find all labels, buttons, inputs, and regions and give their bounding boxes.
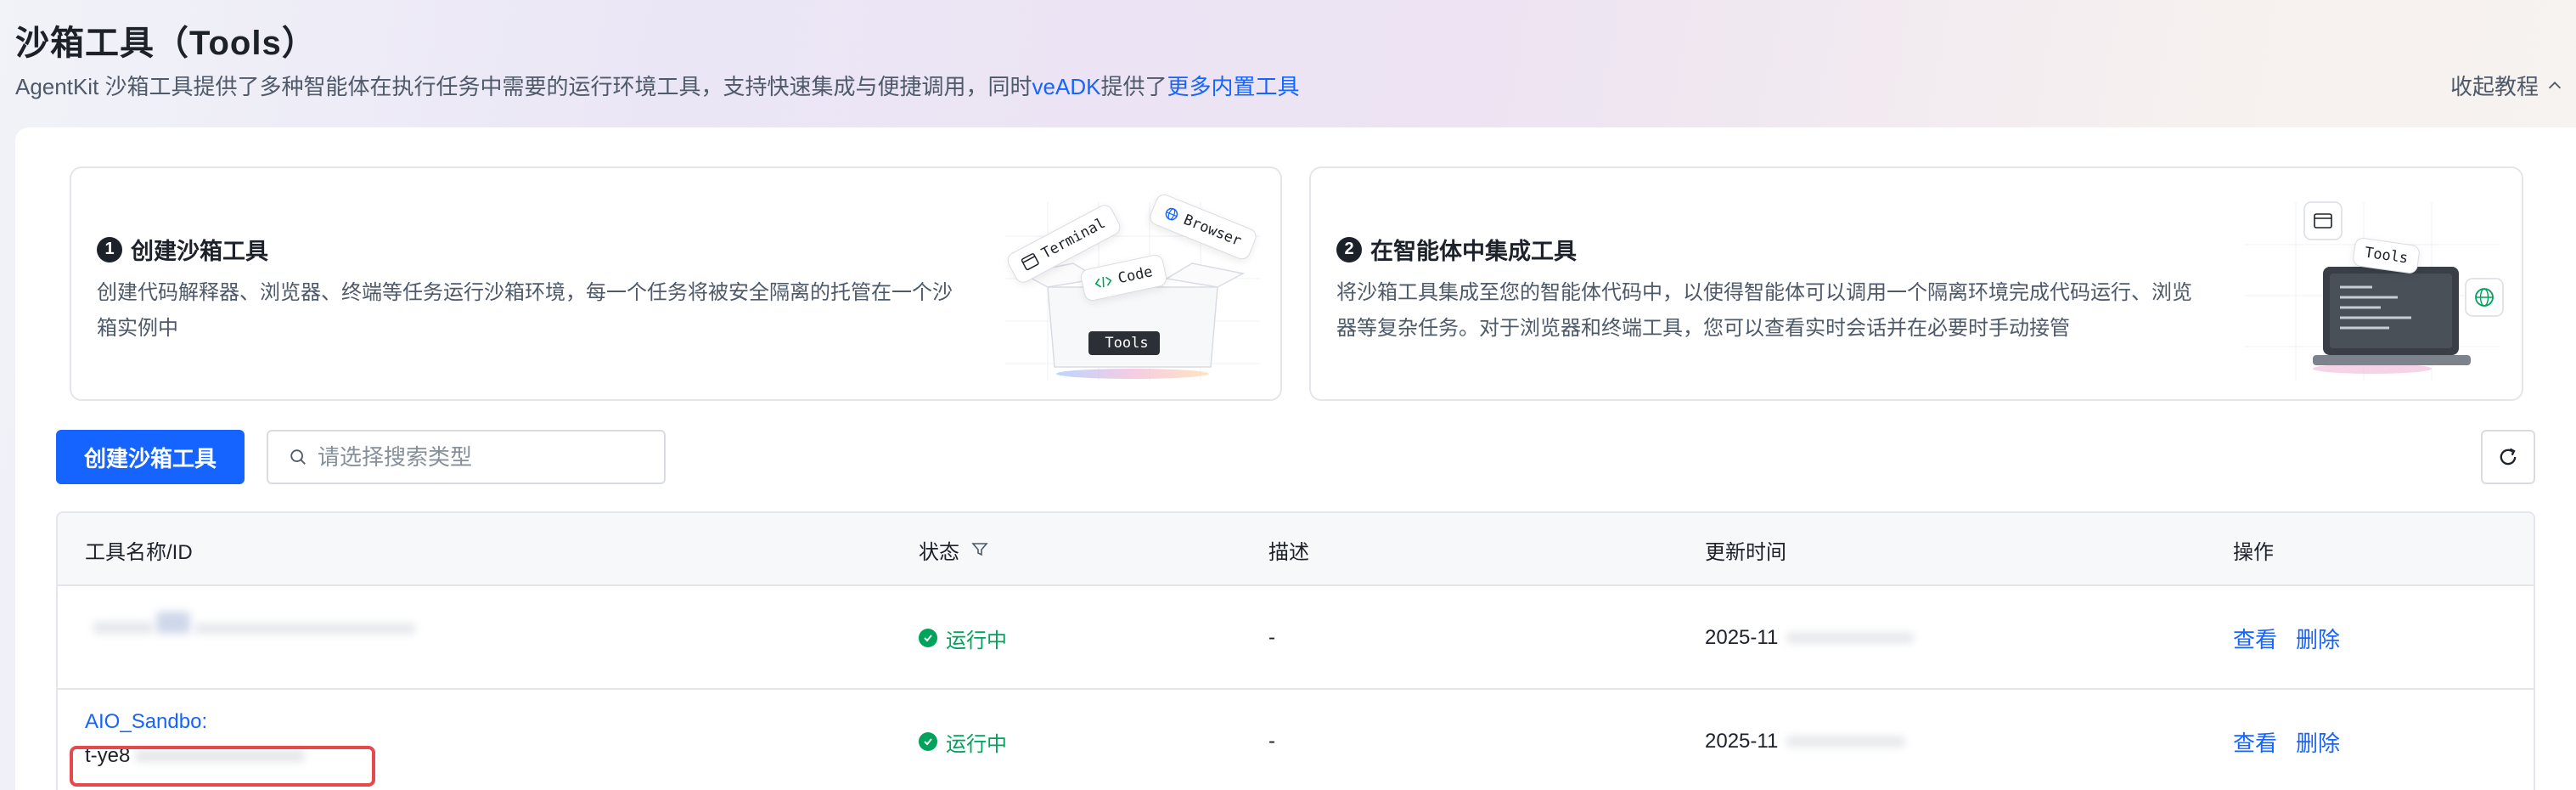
search-box[interactable] bbox=[267, 430, 666, 484]
tools-box-illustration: Tools Terminal Browser Code bbox=[988, 185, 1268, 389]
code-label: Code bbox=[1116, 263, 1155, 288]
guide-desc-integrate: 将沙箱工具集成至您的智能体代码中，以使得智能体可以调用一个隔离环境完成代码运行、… bbox=[1336, 281, 2192, 340]
filter-icon[interactable] bbox=[971, 541, 988, 558]
check-circle-icon bbox=[919, 732, 937, 751]
guide-title-create: 1 创建沙箱工具 bbox=[97, 233, 268, 266]
time-text: 2025-11 bbox=[1705, 626, 1779, 649]
table-row: AIO_Sandbo: t-ye8 运行中 - 2025-11 查看 删除 bbox=[58, 690, 2534, 790]
redacted-time bbox=[1786, 633, 1915, 643]
column-header-name: 工具名称/ID bbox=[85, 540, 193, 564]
view-link[interactable]: 查看 bbox=[2233, 623, 2277, 654]
step-number: 1 bbox=[97, 236, 122, 262]
tool-name-cell bbox=[85, 603, 415, 638]
page-subtitle: AgentKit 沙箱工具提供了多种智能体在执行任务中需要的运行环境工具，支持快… bbox=[15, 70, 1299, 101]
subtitle-text: AgentKit 沙箱工具提供了多种智能体在执行任务中需要的运行环境工具，支持快… bbox=[15, 74, 1032, 99]
status-badge: 运行中 bbox=[919, 727, 1007, 757]
box-label: Tools bbox=[1105, 335, 1149, 352]
ops-cell: 查看 删除 bbox=[2233, 690, 2359, 790]
status-cell: 运行中 bbox=[919, 690, 1007, 790]
code-icon bbox=[1094, 276, 1112, 288]
tool-name-link[interactable]: AIO_Sandbo: bbox=[85, 710, 305, 734]
veadk-link[interactable]: veADK bbox=[1032, 74, 1101, 99]
refresh-icon bbox=[2500, 448, 2517, 466]
terminal-icon bbox=[1021, 253, 1039, 271]
delete-link[interactable]: 删除 bbox=[2296, 726, 2340, 758]
redacted-name bbox=[93, 622, 153, 634]
guide-title-integrate: 2 在智能体中集成工具 bbox=[1336, 233, 1577, 266]
subtitle-mid-text: 提供了 bbox=[1100, 74, 1167, 99]
table-row: 运行中 - 2025-11 查看 删除 bbox=[58, 586, 2534, 690]
guide-card-create: 1 创建沙箱工具 创建代码解释器、浏览器、终端等任务运行沙箱环境，每一个任务将被… bbox=[70, 166, 1282, 401]
desc-cell: - bbox=[1268, 730, 1275, 753]
guide-card-integrate: 2 在智能体中集成工具 将沙箱工具集成至您的智能体代码中，以使得智能体可以调用一… bbox=[1309, 166, 2523, 401]
create-sandbox-tool-button[interactable]: 创建沙箱工具 bbox=[56, 430, 245, 484]
ops-cell: 查看 删除 bbox=[2233, 586, 2359, 690]
desc-cell: - bbox=[1268, 626, 1275, 649]
more-tools-link[interactable]: 更多内置工具 bbox=[1167, 74, 1299, 99]
chevron-up-icon bbox=[2548, 81, 2562, 88]
guide-title-text: 创建沙箱工具 bbox=[131, 239, 268, 264]
column-header-status: 状态 bbox=[919, 513, 988, 586]
laptop-illustration: Tools bbox=[2228, 185, 2508, 389]
delete-link[interactable]: 删除 bbox=[2296, 623, 2340, 654]
view-link[interactable]: 查看 bbox=[2233, 726, 2277, 758]
tools-table: 工具名称/ID 状态 描述 更新时间 操作 运行中 - 2025-11 查看 删… bbox=[56, 511, 2535, 790]
globe-icon bbox=[1165, 207, 1178, 221]
column-header-status-label: 状态 bbox=[919, 540, 959, 564]
content-panel: 1 创建沙箱工具 创建代码解释器、浏览器、终端等任务运行沙箱环境，每一个任务将被… bbox=[15, 127, 2576, 790]
time-text: 2025-11 bbox=[1705, 730, 1779, 753]
guide-title-text: 在智能体中集成工具 bbox=[1370, 239, 1577, 264]
time-cell: 2025-11 bbox=[1705, 690, 1906, 790]
search-input[interactable] bbox=[318, 443, 657, 471]
status-badge: 运行中 bbox=[919, 624, 1007, 653]
guide-desc-create: 创建代码解释器、浏览器、终端等任务运行沙箱环境，每一个任务将被安全隔离的托管在一… bbox=[97, 281, 953, 340]
id-highlight-box bbox=[70, 746, 375, 787]
refresh-button[interactable] bbox=[2481, 430, 2535, 484]
redacted-id bbox=[194, 624, 415, 634]
column-header-ops: 操作 bbox=[2233, 540, 2274, 564]
search-icon bbox=[290, 449, 306, 465]
status-text: 运行中 bbox=[946, 732, 1007, 756]
collapse-tutorial-label: 收起教程 bbox=[2449, 74, 2539, 99]
laptop-icon bbox=[2245, 201, 2504, 381]
step-number: 2 bbox=[1336, 236, 1362, 262]
check-circle-icon bbox=[919, 629, 937, 647]
status-cell: 运行中 bbox=[919, 586, 1007, 690]
redacted-time bbox=[1786, 736, 1906, 747]
collapse-tutorial-button[interactable]: 收起教程 bbox=[2450, 70, 2564, 101]
time-cell: 2025-11 bbox=[1705, 586, 1915, 690]
column-header-time: 更新时间 bbox=[1705, 540, 1786, 564]
tools-tag-label: Tools bbox=[2363, 244, 2410, 268]
status-text: 运行中 bbox=[946, 629, 1007, 652]
redacted-name bbox=[156, 612, 191, 634]
page-title: 沙箱工具（Tools） bbox=[15, 25, 317, 62]
column-header-desc: 描述 bbox=[1268, 540, 1309, 564]
table-header: 工具名称/ID 状态 描述 更新时间 操作 bbox=[58, 513, 2534, 586]
